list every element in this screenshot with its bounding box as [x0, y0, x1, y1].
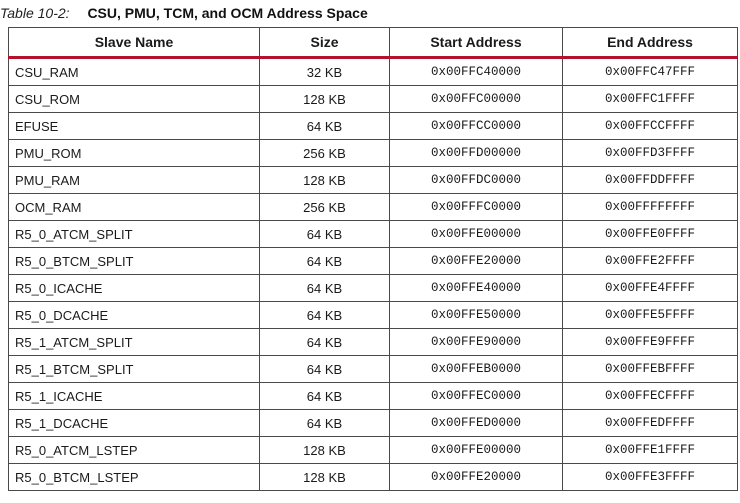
cell-size: 128 KB: [259, 463, 390, 491]
table-row: EFUSE 64 KB 0x00FFCC0000 0x00FFCCFFFF: [8, 112, 738, 140]
cell-size: 64 KB: [259, 328, 390, 356]
cell-start-address: 0x00FFE40000: [389, 274, 563, 302]
cell-start-address: 0x00FFED0000: [389, 409, 563, 437]
cell-slave-name: R5_0_ICACHE: [8, 274, 260, 302]
cell-slave-name: R5_0_DCACHE: [8, 301, 260, 329]
table-row: CSU_ROM 128 KB 0x00FFC00000 0x00FFC1FFFF: [8, 85, 738, 113]
cell-start-address: 0x00FFDC0000: [389, 166, 563, 194]
cell-end-address: 0x00FFEDFFFF: [562, 409, 738, 437]
cell-start-address: 0x00FFE20000: [389, 463, 563, 491]
cell-size: 64 KB: [259, 112, 390, 140]
table-row: R5_1_ATCM_SPLIT 64 KB 0x00FFE90000 0x00FFE9…: [8, 328, 738, 356]
cell-slave-name: CSU_RAM: [8, 57, 260, 86]
cell-end-address: 0x00FFFFFFFF: [562, 193, 738, 221]
cell-slave-name: PMU_ROM: [8, 139, 260, 167]
table-row: OCM_RAM 256 KB 0x00FFFC0000 0x00FFFFFFFF: [8, 193, 738, 221]
cell-end-address: 0x00FFEBFFFF: [562, 355, 738, 383]
table-row: R5_1_DCACHE 64 KB 0x00FFED0000 0x00FFEDFFFF: [8, 409, 738, 437]
cell-start-address: 0x00FFEC0000: [389, 382, 563, 410]
table-header-row: Slave Name Size Start Address End Addres…: [8, 27, 738, 59]
cell-slave-name: CSU_ROM: [8, 85, 260, 113]
cell-start-address: 0x00FFEB0000: [389, 355, 563, 383]
cell-end-address: 0x00FFC1FFFF: [562, 85, 738, 113]
table-row: R5_0_ICACHE 64 KB 0x00FFE40000 0x00FFE4FFFF: [8, 274, 738, 302]
table-body: CSU_RAM 32 KB 0x00FFC40000 0x00FFC47FFF CSU_…: [8, 57, 738, 491]
cell-start-address: 0x00FFE90000: [389, 328, 563, 356]
table-row: R5_1_BTCM_SPLIT 64 KB 0x00FFEB0000 0x00FFEB…: [8, 355, 738, 383]
cell-start-address: 0x00FFE00000: [389, 436, 563, 464]
table-row: R5_0_ATCM_LSTEP 128 KB 0x00FFE00000 0x00FFE…: [8, 436, 738, 464]
table-row: CSU_RAM 32 KB 0x00FFC40000 0x00FFC47FFF: [8, 57, 738, 86]
table-row: R5_0_ATCM_SPLIT 64 KB 0x00FFE00000 0x00FFE0…: [8, 220, 738, 248]
cell-size: 256 KB: [259, 193, 390, 221]
cell-size: 64 KB: [259, 301, 390, 329]
cell-size: 32 KB: [259, 57, 390, 86]
cell-size: 128 KB: [259, 166, 390, 194]
cell-slave-name: R5_0_ATCM_SPLIT: [8, 220, 260, 248]
cell-size: 64 KB: [259, 409, 390, 437]
cell-size: 64 KB: [259, 274, 390, 302]
cell-start-address: 0x00FFE50000: [389, 301, 563, 329]
cell-start-address: 0x00FFFC0000: [389, 193, 563, 221]
cell-size: 64 KB: [259, 382, 390, 410]
cell-end-address: 0x00FFE4FFFF: [562, 274, 738, 302]
table-row: R5_0_BTCM_SPLIT 64 KB 0x00FFE20000 0x00FFE2…: [8, 247, 738, 275]
cell-start-address: 0x00FFE00000: [389, 220, 563, 248]
cell-size: 128 KB: [259, 436, 390, 464]
cell-slave-name: R5_0_BTCM_LSTEP: [8, 463, 260, 491]
cell-end-address: 0x00FFDDFFFF: [562, 166, 738, 194]
cell-end-address: 0x00FFCCFFFF: [562, 112, 738, 140]
cell-end-address: 0x00FFE9FFFF: [562, 328, 738, 356]
cell-size: 256 KB: [259, 139, 390, 167]
cell-end-address: 0x00FFE1FFFF: [562, 436, 738, 464]
table-row: R5_1_ICACHE 64 KB 0x00FFEC0000 0x00FFECFFFF: [8, 382, 738, 410]
table-caption: Table 10-2: CSU, PMU, TCM, and OCM Addre…: [0, 2, 368, 24]
cell-end-address: 0x00FFE5FFFF: [562, 301, 738, 329]
cell-slave-name: R5_0_BTCM_SPLIT: [8, 247, 260, 275]
cell-slave-name: R5_1_BTCM_SPLIT: [8, 355, 260, 383]
cell-start-address: 0x00FFD00000: [389, 139, 563, 167]
caption-label: Table 10-2:: [0, 5, 70, 21]
cell-start-address: 0x00FFE20000: [389, 247, 563, 275]
header-slave-name: Slave Name: [8, 27, 260, 59]
cell-start-address: 0x00FFC40000: [389, 57, 563, 86]
caption-title: CSU, PMU, TCM, and OCM Address Space: [87, 5, 368, 21]
cell-start-address: 0x00FFCC0000: [389, 112, 563, 140]
cell-end-address: 0x00FFE2FFFF: [562, 247, 738, 275]
cell-slave-name: R5_0_ATCM_LSTEP: [8, 436, 260, 464]
cell-end-address: 0x00FFE3FFFF: [562, 463, 738, 491]
cell-slave-name: OCM_RAM: [8, 193, 260, 221]
cell-slave-name: R5_1_ICACHE: [8, 382, 260, 410]
cell-slave-name: PMU_RAM: [8, 166, 260, 194]
cell-end-address: 0x00FFD3FFFF: [562, 139, 738, 167]
cell-size: 128 KB: [259, 85, 390, 113]
table-row: R5_0_DCACHE 64 KB 0x00FFE50000 0x00FFE5FFFF: [8, 301, 738, 329]
cell-size: 64 KB: [259, 355, 390, 383]
address-space-table: Slave Name Size Start Address End Addres…: [8, 27, 738, 491]
cell-end-address: 0x00FFECFFFF: [562, 382, 738, 410]
cell-slave-name: EFUSE: [8, 112, 260, 140]
cell-slave-name: R5_1_DCACHE: [8, 409, 260, 437]
cell-slave-name: R5_1_ATCM_SPLIT: [8, 328, 260, 356]
cell-start-address: 0x00FFC00000: [389, 85, 563, 113]
cell-end-address: 0x00FFE0FFFF: [562, 220, 738, 248]
table-row: R5_0_BTCM_LSTEP 128 KB 0x00FFE20000 0x00FFE…: [8, 463, 738, 491]
table-row: PMU_RAM 128 KB 0x00FFDC0000 0x00FFDDFFFF: [8, 166, 738, 194]
header-start-address: Start Address: [389, 27, 563, 59]
header-end-address: End Address: [562, 27, 738, 59]
cell-size: 64 KB: [259, 220, 390, 248]
cell-size: 64 KB: [259, 247, 390, 275]
table-row: PMU_ROM 256 KB 0x00FFD00000 0x00FFD3FFFF: [8, 139, 738, 167]
cell-end-address: 0x00FFC47FFF: [562, 57, 738, 86]
header-size: Size: [259, 27, 390, 59]
